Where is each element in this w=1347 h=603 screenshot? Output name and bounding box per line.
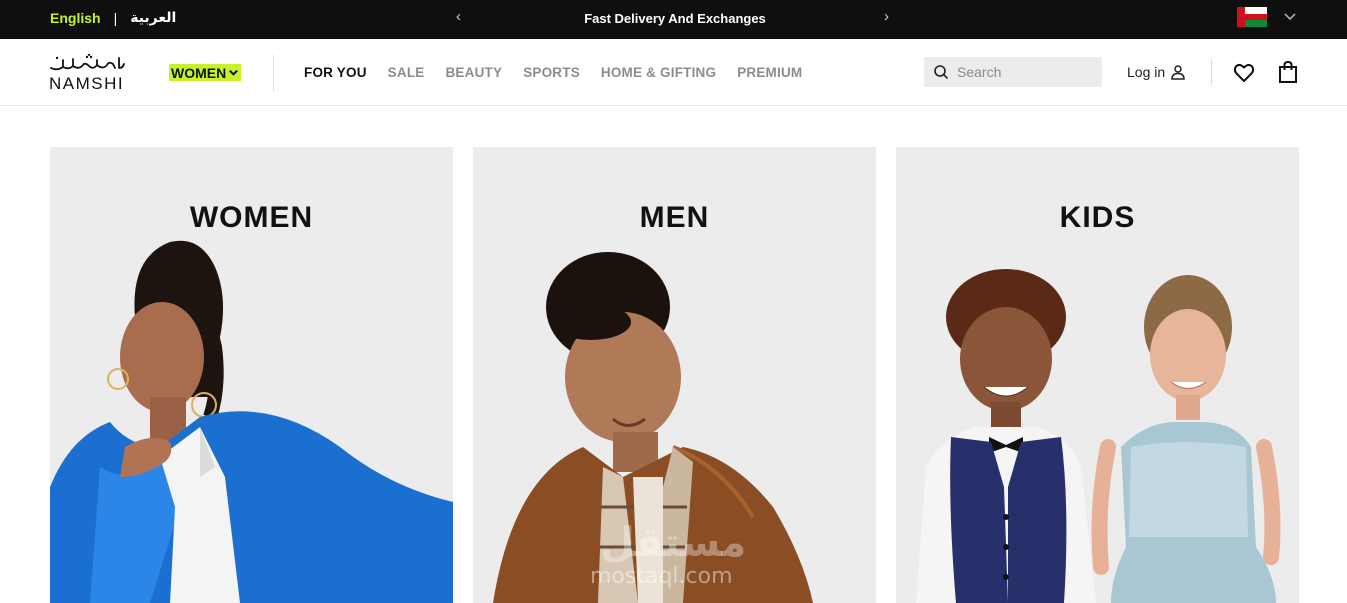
- top-announcement-bar: English | العربية ‹ Fast Delivery And Ex…: [0, 0, 1347, 39]
- language-separator: |: [113, 10, 118, 26]
- wishlist-heart-icon[interactable]: [1233, 62, 1255, 84]
- search-icon: [934, 65, 949, 80]
- category-card-women[interactable]: WOMEN: [50, 147, 453, 603]
- main-navigation: NAMSHI WOMEN FOR YOU SALE BEAUTY SPORTS …: [0, 39, 1347, 106]
- promo-next-button[interactable]: ›: [884, 8, 889, 25]
- promo-prev-button[interactable]: ‹: [456, 8, 461, 25]
- search-input[interactable]: [957, 64, 1097, 80]
- shopping-bag-icon[interactable]: [1278, 61, 1298, 83]
- category-card-kids[interactable]: KIDS: [896, 147, 1299, 603]
- login-label: Log in: [1127, 64, 1166, 80]
- login-button[interactable]: Log in: [1127, 64, 1186, 80]
- category-title: WOMEN: [189, 201, 314, 234]
- language-arabic-link[interactable]: العربية: [130, 10, 176, 26]
- department-label: WOMEN: [171, 64, 227, 81]
- category-card-men[interactable]: MEN: [473, 147, 876, 603]
- category-title: MEN: [639, 201, 710, 234]
- search-box[interactable]: [924, 57, 1102, 87]
- category-title: KIDS: [1059, 201, 1136, 234]
- oman-flag-icon[interactable]: [1237, 7, 1267, 28]
- nav-divider: [1211, 59, 1212, 85]
- menu-item-sale[interactable]: SALE: [388, 65, 425, 80]
- chevron-down-icon: [229, 69, 239, 76]
- menu-item-home-gifting[interactable]: HOME & GIFTING: [601, 65, 716, 80]
- language-switcher: English | العربية: [50, 10, 176, 26]
- category-menu: FOR YOU SALE BEAUTY SPORTS HOME & GIFTIN…: [304, 65, 823, 80]
- menu-item-beauty[interactable]: BEAUTY: [445, 65, 502, 80]
- menu-item-for-you[interactable]: FOR YOU: [304, 65, 367, 80]
- menu-item-premium[interactable]: PREMIUM: [737, 65, 802, 80]
- language-english-link[interactable]: English: [50, 10, 101, 26]
- chevron-down-icon[interactable]: [1283, 9, 1297, 23]
- logo-text: NAMSHI: [49, 74, 125, 93]
- logo-arabic-mark: [50, 54, 125, 71]
- department-selector[interactable]: WOMEN: [169, 64, 242, 81]
- promo-text: Fast Delivery And Exchanges: [584, 11, 766, 26]
- namshi-logo[interactable]: NAMSHI: [49, 54, 129, 94]
- menu-item-sports[interactable]: SPORTS: [523, 65, 580, 80]
- nav-divider: [273, 55, 274, 91]
- user-icon: [1171, 65, 1185, 80]
